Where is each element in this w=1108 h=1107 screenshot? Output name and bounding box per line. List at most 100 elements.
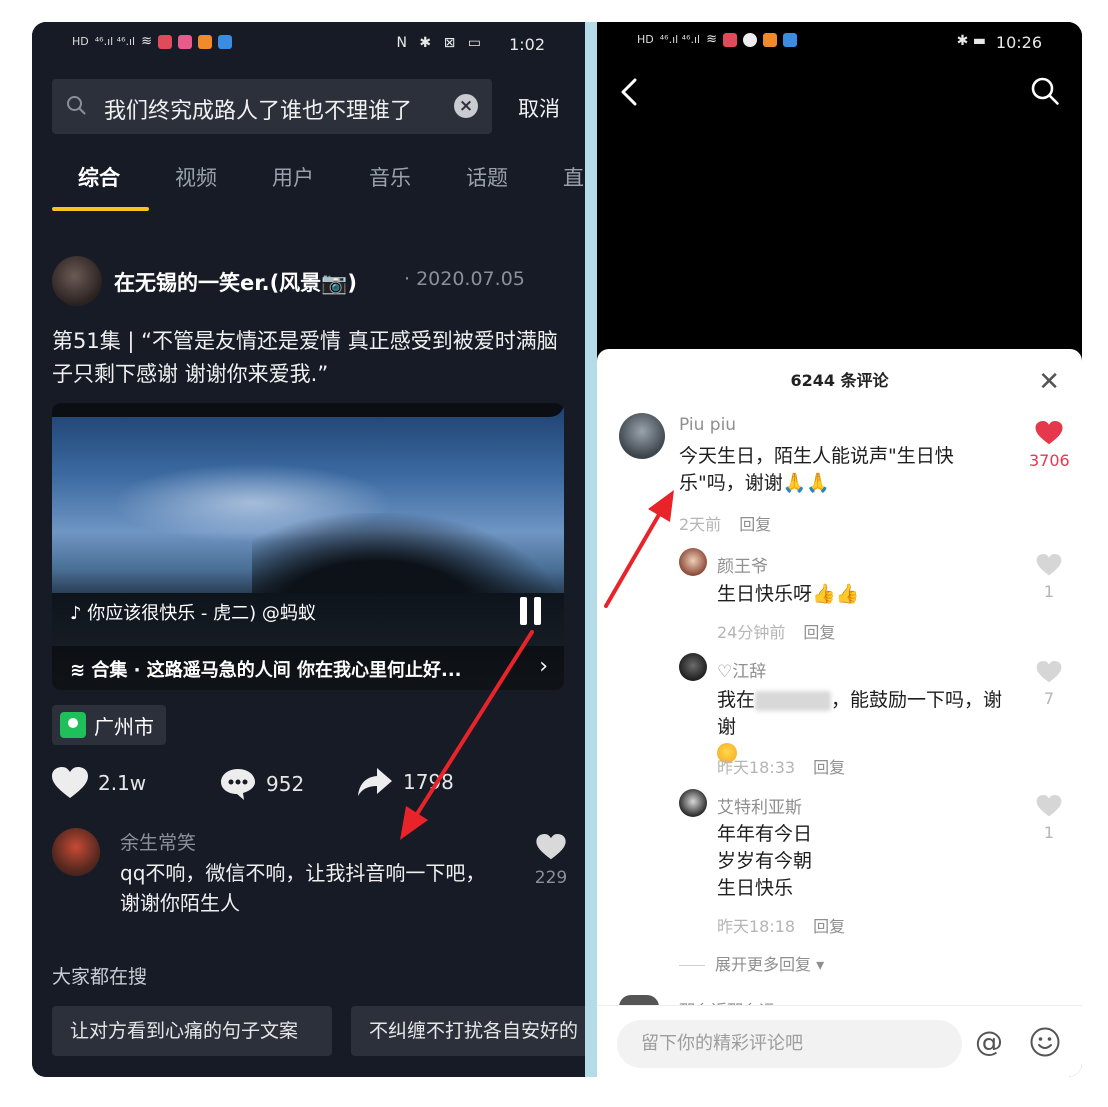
commenter-name[interactable]: ♡江辞 <box>717 657 766 682</box>
reply-button[interactable]: 回复 <box>813 758 845 777</box>
clock: 1:02 <box>509 35 545 54</box>
comment-like-button[interactable]: 7 <box>1029 661 1069 708</box>
trending-search-chip[interactable]: 让对方看到心痛的句子文案 <box>52 1006 332 1056</box>
comment-like-count: 1 <box>1043 823 1055 842</box>
heart-icon <box>52 767 88 798</box>
comment-text: 生日快乐呀👍👍 <box>717 583 860 605</box>
heart-icon <box>1036 554 1062 576</box>
system-status-icons: ✱ ▬ <box>956 33 986 49</box>
reply-button[interactable]: 回复 <box>739 515 771 534</box>
commenter-name[interactable]: Piu piu <box>679 415 736 435</box>
comment-like-button[interactable]: 1 <box>1029 795 1069 842</box>
avatar[interactable] <box>679 789 707 817</box>
search-query[interactable]: 我们终究成路人了谁也不理谁了 <box>104 93 412 125</box>
comment-count: 952 <box>266 772 305 796</box>
comment-like-button[interactable]: 3706 <box>1029 421 1070 470</box>
comment-like-count: 1 <box>1043 582 1055 601</box>
comment-time: 昨天18:33 <box>717 758 796 777</box>
comments-panel: HD ⁴⁶.ıl ⁴⁶.ıl ≋ ✱ ▬ 10:26 6244 条评论 ✕ Pi… <box>597 22 1082 1077</box>
collection-title: ≋ 合集 · 这路遥马急的人间 你在我心里何止好... <box>70 660 462 681</box>
heart-icon <box>1036 795 1062 817</box>
comment-time: 24分钟前 <box>717 623 786 642</box>
location-tag[interactable]: 广州市 <box>52 705 166 745</box>
status-bar: HD ⁴⁶.ıl ⁴⁶.ıl ≋ ✱ ▬ 10:26 <box>597 22 1082 62</box>
comment-time: 昨天18:18 <box>717 917 796 936</box>
comment-bubble-icon <box>221 769 255 800</box>
top-comment[interactable]: 余生常笑 qq不响，微信不响，让我抖音响一下吧，谢谢你陌生人 229 <box>52 826 572 926</box>
pause-icon[interactable] <box>520 597 544 625</box>
commenter-name[interactable]: 余生常笑 <box>120 828 196 855</box>
post-stats: 2.1w 952 1798 <box>52 767 572 807</box>
blurred-text <box>755 690 832 711</box>
comment-text-start: 我在 <box>717 689 756 711</box>
comment-line: 年年有今日 <box>717 823 813 845</box>
system-status-icons: N ✱ ⊠ ▭ <box>396 35 485 51</box>
location-pin-icon <box>60 712 86 738</box>
wifi-icon: ≋ <box>141 34 153 49</box>
active-tab-indicator <box>52 207 149 211</box>
author-name[interactable]: 在无锡的一笑er.(风景📷) <box>114 267 357 297</box>
comment-meta: 昨天18:18 回复 <box>717 913 845 937</box>
result-tabs: 综合 视频 用户 音乐 话题 直 <box>32 162 585 212</box>
collection-bar[interactable]: ≋ 合集 · 这路遥马急的人间 你在我心里何止好... › <box>52 646 564 690</box>
emoji-icon[interactable] <box>1029 1026 1061 1058</box>
clock: 10:26 <box>995 33 1042 52</box>
tab-live[interactable]: 直 <box>563 162 584 192</box>
wifi-icon: ≋ <box>706 32 718 47</box>
commenter-name[interactable]: 艾特利亚斯 <box>717 793 802 818</box>
comment-line: 生日快乐 <box>717 877 794 899</box>
avatar[interactable] <box>619 413 665 459</box>
tab-users[interactable]: 用户 <box>272 162 314 192</box>
avatar[interactable] <box>679 548 707 576</box>
comment-like-count: 229 <box>534 868 568 888</box>
dashboard-edge <box>52 403 564 417</box>
share-button[interactable]: 1798 <box>357 767 454 797</box>
expand-more-replies-button[interactable]: 展开更多回复 ▾ <box>679 951 824 975</box>
share-arrow-icon <box>358 768 392 796</box>
status-bar: HD ⁴⁶.ıl ⁴⁶.ıl ≋ N ✱ ⊠ ▭ 1:02 <box>32 22 585 66</box>
comment-button[interactable]: 952 <box>220 767 304 801</box>
tab-comprehensive[interactable]: 综合 <box>78 162 120 192</box>
heart-icon <box>1036 661 1062 683</box>
comment-input[interactable]: 留下你的精彩评论吧 <box>617 1020 962 1068</box>
post-author-row[interactable]: 在无锡的一笑er.(风景📷) · 2020.07.05 <box>52 256 572 306</box>
comment-text: 今天生日，陌生人能说声"生日快乐"吗，谢谢🙏🙏 <box>679 445 954 494</box>
search-input[interactable]: 我们终究成路人了谁也不理谁了 × <box>52 79 492 134</box>
clear-icon[interactable]: × <box>454 94 478 118</box>
comment-like-count: 7 <box>1043 689 1055 708</box>
trending-searches-title: 大家都在搜 <box>52 966 148 988</box>
search-icon <box>67 96 86 115</box>
mention-icon[interactable]: @ <box>975 1024 1003 1060</box>
avatar[interactable] <box>52 828 100 876</box>
back-arrow-icon[interactable] <box>617 74 641 110</box>
avatar[interactable] <box>52 256 102 306</box>
reply-button[interactable]: 回复 <box>803 623 835 642</box>
comment-like-button[interactable]: 229 <box>534 834 568 888</box>
heart-icon <box>1035 421 1063 445</box>
cancel-button[interactable]: 取消 <box>518 93 560 123</box>
trending-search-chip[interactable]: 不纠缠不打扰各自安好的 <box>351 1006 585 1056</box>
comment-like-button[interactable]: 1 <box>1029 554 1069 601</box>
location-name: 广州市 <box>94 714 154 739</box>
commenter-name[interactable]: 颜王爷 <box>717 552 768 577</box>
tab-topics[interactable]: 话题 <box>466 162 508 192</box>
music-credit[interactable]: ♪ 你应该很快乐 - 虎二) @蚂蚁 <box>70 599 316 625</box>
comment-meta: 24分钟前 回复 <box>717 619 835 643</box>
share-count: 1798 <box>403 770 454 794</box>
avatar[interactable] <box>679 653 707 681</box>
comment-line: 岁岁有今朝 <box>717 850 813 872</box>
like-button[interactable]: 2.1w <box>52 767 146 799</box>
comment-meta: 昨天18:33 回复 <box>717 754 845 778</box>
video-thumbnail[interactable]: ♪ 你应该很快乐 - 虎二) @蚂蚁 ≋ 合集 · 这路遥马急的人间 你在我心里… <box>52 403 564 690</box>
post-date: · 2020.07.05 <box>404 268 525 290</box>
tab-music[interactable]: 音乐 <box>369 162 411 192</box>
comment-item[interactable]: Piu piu 今天生日，陌生人能说声"生日快乐"吗，谢谢🙏🙏 2天前 回复 37… <box>597 349 1082 539</box>
comment-text: 年年有今日 岁岁有今朝 生日快乐 <box>717 821 997 902</box>
status-icons: HD ⁴⁶.ıl ⁴⁶.ıl ≋ <box>72 34 233 49</box>
post-description[interactable]: 第51集 | “不管是友情还是爱情 真正感受到被爱时满脑子只剩下感谢 谢谢你来爱… <box>52 325 567 391</box>
panel-divider <box>585 22 597 1077</box>
comment-like-count: 3706 <box>1029 451 1070 470</box>
search-icon[interactable] <box>1030 76 1060 106</box>
tab-video[interactable]: 视频 <box>175 162 217 192</box>
reply-button[interactable]: 回复 <box>813 917 845 936</box>
